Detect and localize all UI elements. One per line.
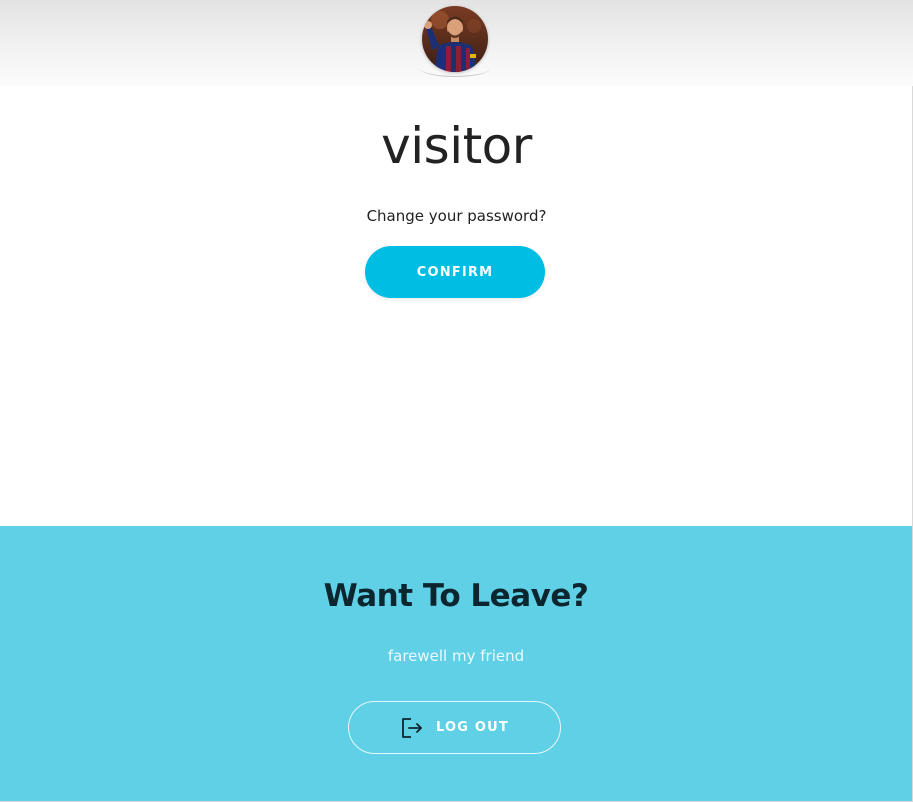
logout-icon bbox=[402, 717, 422, 738]
change-password-question: Change your password? bbox=[366, 207, 547, 225]
username: visitor bbox=[381, 117, 532, 175]
leave-subtitle: farewell my friend bbox=[387, 647, 525, 665]
leave-title: Want To Leave? bbox=[323, 578, 589, 614]
confirm-button[interactable]: CONFIRM bbox=[365, 246, 545, 298]
profile-page: visitor Change your password? CONFIRM Wa… bbox=[0, 0, 913, 802]
leave-section: Want To Leave? farewell my friend LOG OU… bbox=[0, 526, 912, 801]
logout-button[interactable]: LOG OUT bbox=[348, 701, 561, 754]
logout-label: LOG OUT bbox=[436, 720, 509, 735]
avatar bbox=[422, 6, 488, 72]
